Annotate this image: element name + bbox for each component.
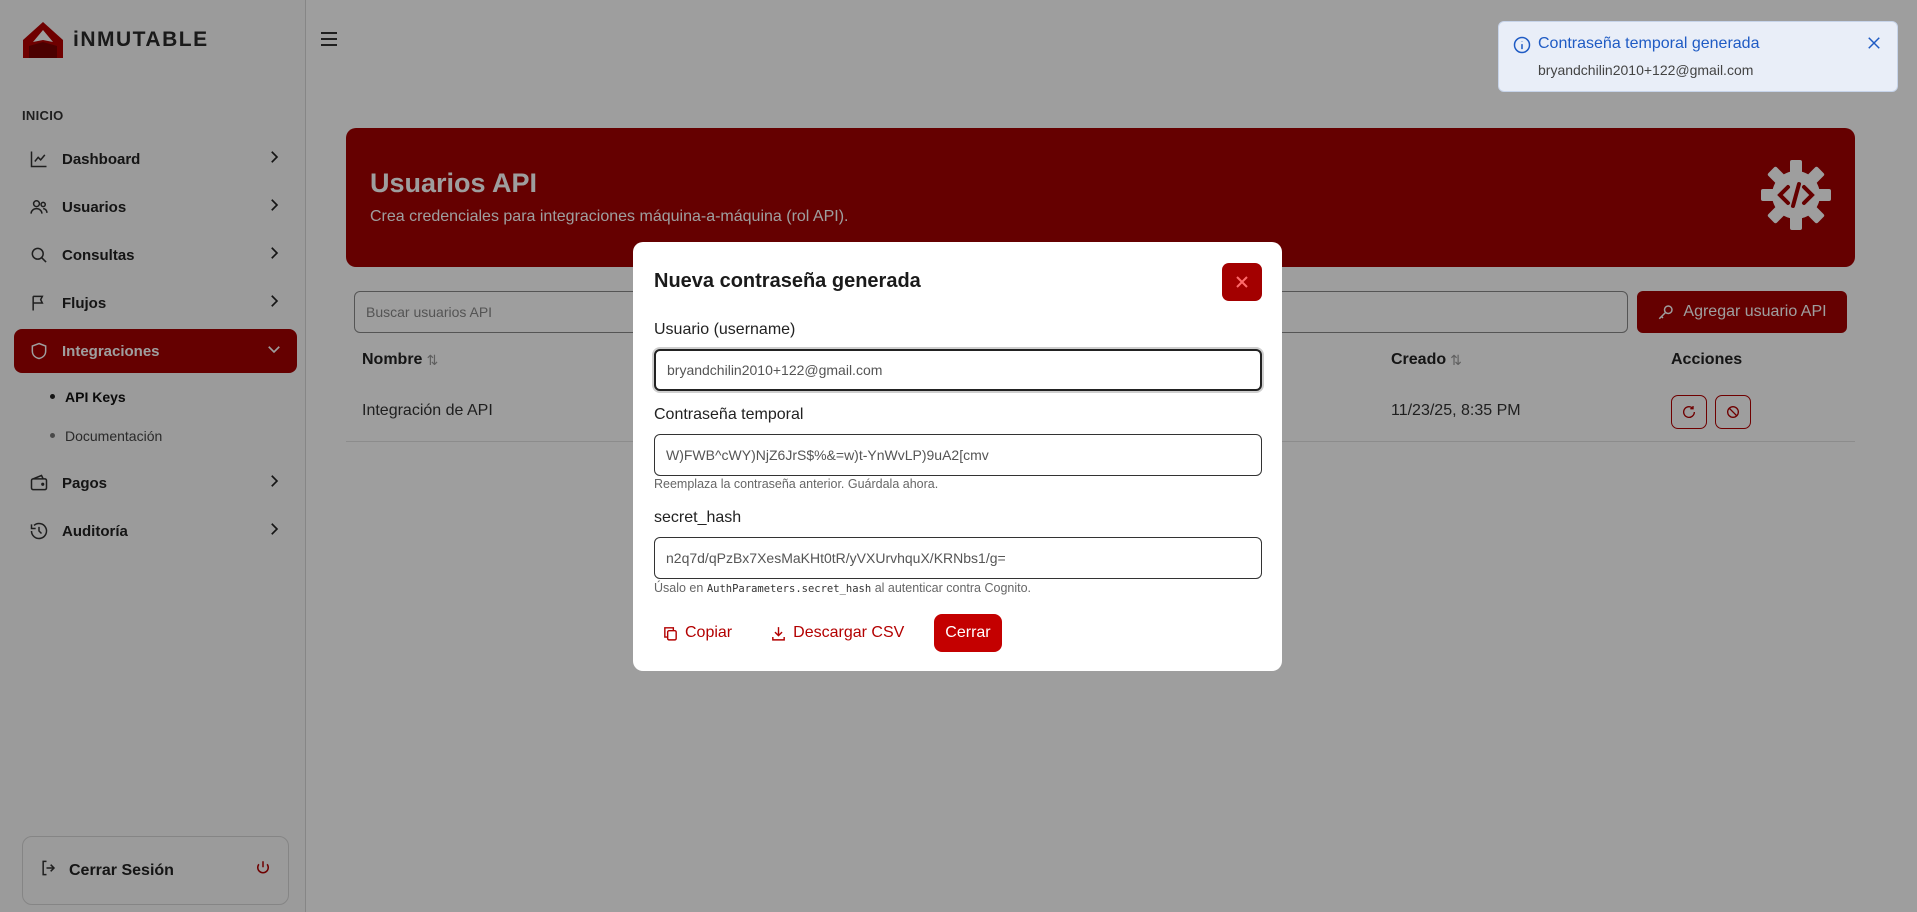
copy-button[interactable]: Copiar bbox=[654, 614, 740, 652]
copy-label: Copiar bbox=[685, 624, 733, 641]
info-icon bbox=[1512, 35, 1532, 55]
username-field[interactable]: bryandchilin2010+122@gmail.com bbox=[654, 349, 1262, 391]
password-hint: Reemplaza la contraseña anterior. Guárda… bbox=[654, 477, 939, 491]
modal-actions: Copiar Descargar CSV Cerrar bbox=[654, 614, 1002, 652]
temporary-password-field[interactable]: W)FWB^cWY)NjZ6JrS$%&=w)t-YnWvLP)9uA2[cmv bbox=[654, 434, 1262, 476]
toast-notification: Contraseña temporal generada bryandchili… bbox=[1498, 21, 1898, 92]
toast-message: bryandchilin2010+122@gmail.com bbox=[1538, 62, 1754, 78]
username-label: Usuario (username) bbox=[654, 321, 796, 338]
modal-title: Nueva contraseña generada bbox=[654, 270, 921, 292]
download-icon bbox=[772, 626, 786, 641]
secret-hash-hint: Úsalo en AuthParameters.secret_hash al a… bbox=[654, 581, 1031, 595]
hint-text: al autenticar contra Cognito. bbox=[874, 581, 1032, 595]
secret-hash-value: n2q7d/qPzBx7XesMaKHt0tR/yVXUrvhquX/KRNbs… bbox=[666, 550, 1006, 566]
download-csv-button[interactable]: Descargar CSV bbox=[762, 614, 912, 652]
close-icon[interactable] bbox=[1865, 34, 1883, 52]
hint-code: AuthParameters.secret_hash bbox=[706, 583, 872, 595]
new-password-modal: Nueva contraseña generada Usuario (usern… bbox=[633, 242, 1282, 671]
close-modal-button[interactable]: Cerrar bbox=[934, 614, 1002, 652]
close-icon bbox=[1236, 276, 1248, 288]
secret-hash-label: secret_hash bbox=[654, 509, 742, 526]
download-label: Descargar CSV bbox=[793, 624, 905, 641]
username-value: bryandchilin2010+122@gmail.com bbox=[667, 362, 883, 378]
toast-title: Contraseña temporal generada bbox=[1538, 35, 1760, 52]
copy-icon bbox=[664, 626, 677, 641]
hint-text: Úsalo en bbox=[654, 581, 704, 595]
password-label: Contraseña temporal bbox=[654, 406, 804, 423]
modal-close-button[interactable] bbox=[1222, 263, 1262, 301]
close-label: Cerrar bbox=[945, 624, 991, 641]
secret-hash-field[interactable]: n2q7d/qPzBx7XesMaKHt0tR/yVXUrvhquX/KRNbs… bbox=[654, 537, 1262, 579]
password-value: W)FWB^cWY)NjZ6JrS$%&=w)t-YnWvLP)9uA2[cmv bbox=[666, 447, 989, 463]
